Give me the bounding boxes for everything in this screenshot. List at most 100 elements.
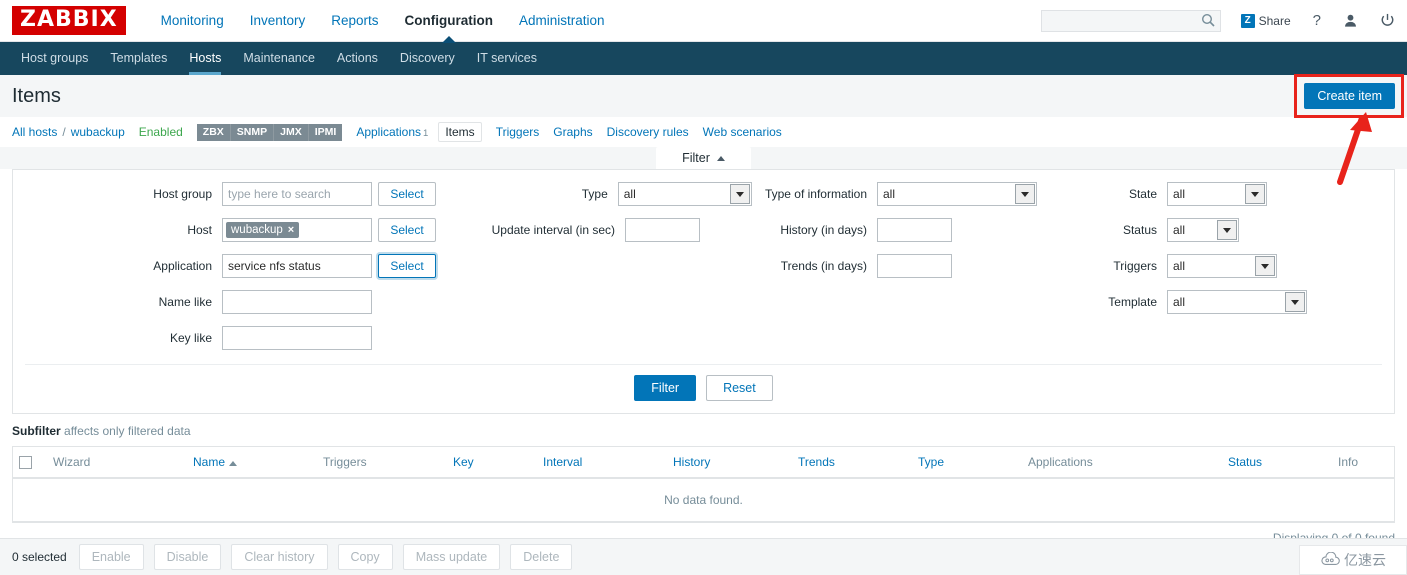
- subnav-item-host-groups[interactable]: Host groups: [10, 42, 99, 75]
- subnav-item-it-services[interactable]: IT services: [466, 42, 548, 75]
- host-chip-label: wubackup: [231, 224, 283, 236]
- help-icon[interactable]: ?: [1313, 12, 1321, 29]
- chevron-down-icon: [1285, 292, 1305, 312]
- host-group-label: Host group: [153, 187, 212, 201]
- filter-reset-button[interactable]: Reset: [706, 375, 773, 401]
- type-of-information-select[interactable]: all: [877, 182, 1037, 206]
- mass-update-button[interactable]: Mass update: [402, 544, 501, 570]
- filter-apply-button[interactable]: Filter: [634, 375, 697, 401]
- secondary-nav: Host groups Templates Hosts Maintenance …: [0, 42, 1407, 75]
- subnav-item-maintenance[interactable]: Maintenance: [232, 42, 326, 75]
- menu-item-configuration[interactable]: Configuration: [392, 0, 506, 42]
- breadcrumb-web-scenarios[interactable]: Web scenarios: [703, 125, 782, 139]
- breadcrumb-items[interactable]: Items: [438, 122, 482, 142]
- host-chip-remove-icon[interactable]: ×: [288, 224, 294, 236]
- create-item-wrapper: Create item: [1294, 74, 1404, 118]
- key-like-label: Key like: [169, 331, 212, 345]
- clear-history-button[interactable]: Clear history: [231, 544, 328, 570]
- items-table-body: No data found.: [13, 478, 1394, 523]
- select-all-checkbox[interactable]: [19, 456, 32, 470]
- host-group-select-button[interactable]: Select: [378, 182, 436, 206]
- breadcrumb-applications-label: Applications: [356, 125, 422, 139]
- filter-panel: Host group Select Host wubackup × Select…: [12, 169, 1395, 414]
- type-select-value: all: [623, 187, 636, 201]
- selected-count: 0 selected: [12, 550, 67, 564]
- menu-item-monitoring[interactable]: Monitoring: [148, 0, 237, 42]
- filter-tab-label: Filter: [682, 151, 710, 165]
- trends-label: Trends (in days): [780, 259, 867, 273]
- breadcrumb-applications[interactable]: Applications 1: [356, 125, 428, 139]
- trends-input[interactable]: [877, 254, 952, 278]
- breadcrumb-all-hosts[interactable]: All hosts: [12, 125, 57, 139]
- status-select[interactable]: all: [1167, 218, 1239, 242]
- status-select-value: all: [1173, 223, 1186, 237]
- breadcrumb-discovery-rules[interactable]: Discovery rules: [607, 125, 689, 139]
- name-like-label: Name like: [158, 295, 212, 309]
- host-group-input[interactable]: [222, 182, 372, 206]
- subnav-item-actions[interactable]: Actions: [326, 42, 389, 75]
- logout-power-icon[interactable]: [1380, 13, 1395, 28]
- menu-item-reports[interactable]: Reports: [318, 0, 391, 42]
- menu-item-administration[interactable]: Administration: [506, 0, 618, 42]
- delete-button[interactable]: Delete: [510, 544, 573, 570]
- chevron-down-icon: [1015, 184, 1035, 204]
- breadcrumb-triggers[interactable]: Triggers: [496, 125, 540, 139]
- select-all-header: [13, 447, 47, 480]
- state-select[interactable]: all: [1167, 182, 1267, 206]
- filter-row-state: State all: [1057, 182, 1390, 206]
- share-label: Share: [1258, 13, 1291, 28]
- breadcrumb-host-name[interactable]: wubackup: [71, 125, 125, 139]
- filter-row-type-of-information: Type of information all: [752, 182, 1057, 206]
- name-like-input[interactable]: [222, 290, 372, 314]
- filter-grid: Host group Select Host wubackup × Select…: [13, 182, 1394, 350]
- watermark-text: 亿速云: [1344, 553, 1386, 569]
- subnav-item-hosts[interactable]: Hosts: [178, 42, 232, 75]
- template-select[interactable]: all: [1167, 290, 1307, 314]
- share-button[interactable]: Z Share: [1240, 13, 1291, 28]
- key-like-input[interactable]: [222, 326, 372, 350]
- application-label: Application: [153, 259, 212, 273]
- user-profile-icon[interactable]: [1343, 13, 1358, 28]
- column-type[interactable]: Type: [912, 447, 1022, 480]
- triggers-select[interactable]: all: [1167, 254, 1277, 278]
- triggers-label: Triggers: [1113, 259, 1157, 273]
- breadcrumb-graphs[interactable]: Graphs: [553, 125, 592, 139]
- search-input[interactable]: [1040, 9, 1221, 32]
- type-of-information-value: all: [883, 187, 896, 201]
- table-row-empty: No data found.: [13, 478, 1394, 523]
- column-history[interactable]: History: [667, 447, 792, 480]
- menu-item-inventory[interactable]: Inventory: [237, 0, 319, 42]
- chevron-down-icon: [1217, 220, 1237, 240]
- filter-row-type: Type all: [447, 182, 752, 206]
- type-select[interactable]: all: [617, 182, 752, 206]
- column-trends[interactable]: Trends: [792, 447, 912, 480]
- host-chip[interactable]: wubackup ×: [226, 222, 300, 238]
- filter-row-trends: Trends (in days): [752, 254, 1057, 278]
- create-item-button[interactable]: Create item: [1304, 83, 1395, 109]
- column-status[interactable]: Status: [1222, 447, 1332, 480]
- host-input[interactable]: wubackup ×: [222, 218, 372, 242]
- cloud-icon: [1320, 551, 1340, 569]
- filter-tab[interactable]: Filter: [656, 147, 751, 169]
- column-key[interactable]: Key: [447, 447, 537, 480]
- application-select-button[interactable]: Select: [378, 254, 436, 278]
- zabbix-logo[interactable]: ZABBIX: [12, 6, 126, 35]
- copy-button[interactable]: Copy: [337, 544, 393, 570]
- global-search: [1040, 9, 1221, 32]
- type-label: Type: [581, 187, 608, 201]
- update-interval-input[interactable]: [625, 218, 700, 242]
- subnav-item-templates[interactable]: Templates: [99, 42, 178, 75]
- filter-column-3: Type of information all History (in days…: [752, 182, 1057, 350]
- enable-button[interactable]: Enable: [78, 544, 144, 570]
- column-interval[interactable]: Interval: [537, 447, 667, 480]
- disable-button[interactable]: Disable: [153, 544, 222, 570]
- history-input[interactable]: [877, 218, 952, 242]
- subnav-item-discovery[interactable]: Discovery: [389, 42, 466, 75]
- column-name[interactable]: Name: [187, 447, 317, 480]
- application-input[interactable]: [222, 254, 372, 278]
- update-interval-label: Update interval (in sec): [491, 223, 615, 237]
- host-select-button[interactable]: Select: [378, 218, 436, 242]
- header-tools: Z Share ?: [1040, 9, 1407, 32]
- filter-actions: Filter Reset: [25, 364, 1382, 413]
- search-icon[interactable]: [1201, 13, 1215, 30]
